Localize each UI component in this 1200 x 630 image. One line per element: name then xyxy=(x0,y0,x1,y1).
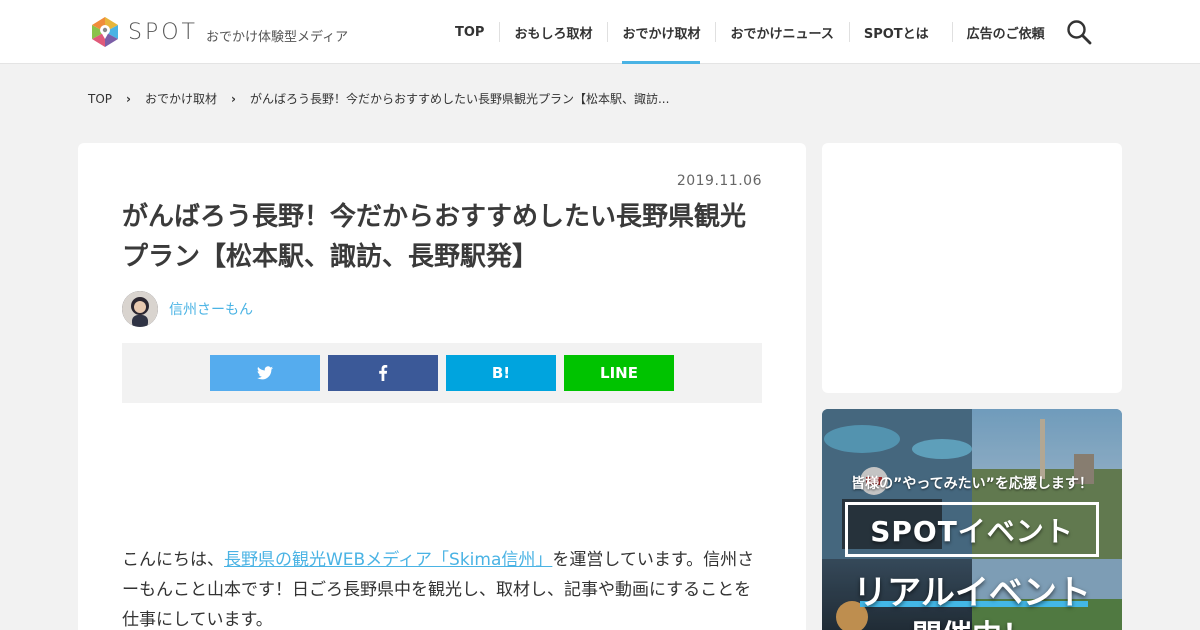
banner-tagline: 皆様の”やってみたい”を応援します！ xyxy=(851,476,1093,492)
breadcrumb: TOP › おでかけ取材 › がんばろう長野！今だからおすすめしたい長野県観光プ… xyxy=(88,90,669,107)
banner-title: SPOTイベント xyxy=(845,502,1099,557)
share-line-button[interactable]: LINE xyxy=(564,355,674,391)
breadcrumb-item-category[interactable]: おでかけ取材 xyxy=(145,90,217,107)
logo-name: SPOT xyxy=(128,19,198,45)
twitter-icon xyxy=(257,366,273,380)
article-body-paragraph: こんにちは、長野県の観光WEBメディア「Skima信州」を運営しています。信州さ… xyxy=(122,545,762,630)
share-bar: B! LINE xyxy=(122,343,762,403)
site-logo[interactable]: SPOT おでかけ体験型メディア xyxy=(88,14,348,50)
article-card: 2019.11.06 がんばろう長野！今だからおすすめしたい長野県観光プラン【松… xyxy=(78,143,806,630)
main-nav: TOP おもしろ取材 おでかけ取材 おでかけニュース SPOTとは 広告のご依頼 xyxy=(440,0,1060,64)
author-avatar[interactable] xyxy=(122,291,158,327)
share-facebook-button[interactable] xyxy=(328,355,438,391)
nav-item-news[interactable]: おでかけニュース xyxy=(715,0,848,64)
nav-item-omoshiro[interactable]: おもしろ取材 xyxy=(499,0,607,64)
banner-subheadline: 開催中！ xyxy=(822,611,1122,630)
skima-shinshu-link[interactable]: 長野県の観光WEBメディア「Skima信州」 xyxy=(224,550,552,570)
chevron-right-icon: › xyxy=(126,91,131,106)
body-prefix: こんにちは、 xyxy=(122,550,224,570)
nav-item-ads[interactable]: 広告のご依頼 xyxy=(951,0,1060,64)
chevron-right-icon: › xyxy=(230,91,236,106)
author-name-link[interactable]: 信州さーもん xyxy=(169,299,253,319)
facebook-icon xyxy=(379,365,388,381)
banner-headline: リアルイベント xyxy=(853,573,1091,613)
sidebar-ad-slot xyxy=(822,143,1122,393)
breadcrumb-item-current: がんばろう長野！今だからおすすめしたい長野県観光プラン【松本駅、諏訪... xyxy=(249,92,670,106)
nav-item-top[interactable]: TOP xyxy=(440,0,499,64)
article-date: 2019.11.06 xyxy=(676,173,762,189)
search-icon[interactable] xyxy=(1066,19,1092,45)
article-title: がんばろう長野！今だからおすすめしたい長野県観光プラン【松本駅、諏訪、長野駅発】 xyxy=(122,202,747,272)
logo-tagline: おでかけ体験型メディア xyxy=(206,29,349,45)
site-header: SPOT おでかけ体験型メディア TOP おもしろ取材 おでかけ取材 おでかけニ… xyxy=(0,0,1200,64)
breadcrumb-item-top[interactable]: TOP xyxy=(88,92,112,106)
share-hatena-button[interactable]: B! xyxy=(446,355,556,391)
spot-event-banner[interactable]: 皆様の”やってみたい”を応援します！ SPOTイベント リアルイベント 開催中！ xyxy=(822,409,1122,630)
share-twitter-button[interactable] xyxy=(210,355,320,391)
spot-logo-icon xyxy=(92,17,118,47)
author-info: 信州さーもん xyxy=(122,291,253,327)
nav-item-about[interactable]: SPOTとは xyxy=(848,0,944,64)
nav-item-odekake[interactable]: おでかけ取材 xyxy=(607,0,715,64)
